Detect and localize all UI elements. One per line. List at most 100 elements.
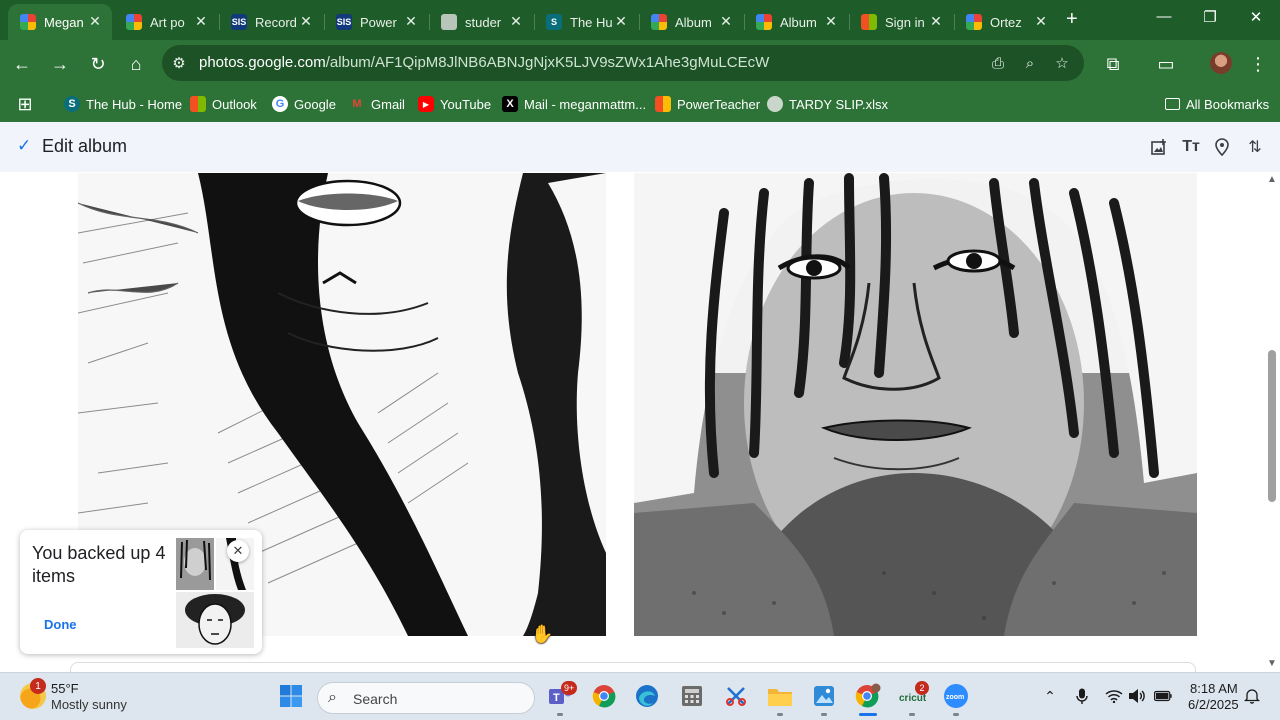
text-icon[interactable]: Tт [1180,136,1202,158]
close-icon[interactable]: ✕ [1032,12,1050,30]
done-button[interactable]: Done [44,617,77,632]
scrollbar-thumb[interactable] [1268,350,1276,502]
window-close-icon[interactable]: ✕ [1246,8,1266,26]
tab-6[interactable]: S The Hu ✕ [534,4,638,40]
site-info-icon[interactable]: ⚙ [169,53,189,73]
running-indicator [777,713,783,716]
google-photos-icon [20,14,36,30]
apps-grid-icon[interactable]: ⊞ [14,93,36,115]
scroll-up-arrow-icon[interactable]: ▲ [1267,174,1277,185]
chrome-profile-icon[interactable] [853,681,883,711]
close-icon[interactable]: ✕ [192,12,210,30]
chrome-icon[interactable] [589,681,619,711]
tab-1[interactable]: Megan ✕ [8,4,112,40]
address-bar[interactable]: ⚙ photos.google.com/album/AF1QipM8JlNB6A… [162,45,1084,81]
windows-taskbar: 1 55°F Mostly sunny ⌕ Search T 9+ cricut… [0,672,1280,720]
photos-icon[interactable] [809,681,839,711]
chevron-up-icon[interactable]: ⌃ [1041,687,1059,705]
calculator-icon[interactable] [677,681,707,711]
battery-icon[interactable] [1154,687,1172,705]
weather-description[interactable]: Mostly sunny [51,697,127,712]
file-explorer-icon[interactable] [765,681,795,711]
scroll-down-arrow-icon[interactable]: ▼ [1267,658,1277,669]
clock-date[interactable]: 6/2/2025 [1188,697,1239,712]
close-icon[interactable]: ✕ [86,12,104,30]
zoom-label: zoom [946,694,964,701]
location-icon[interactable] [1211,136,1233,158]
bookmark-star-icon[interactable]: ☆ [1052,53,1072,73]
profile-avatar[interactable] [1210,52,1232,74]
install-app-icon[interactable]: ⎙ [988,53,1008,73]
bookmark-tardy-slip[interactable]: TARDY SLIP.xlsx [767,93,888,115]
tab-8[interactable]: Album ✕ [744,4,848,40]
sort-icon[interactable]: ⇅ [1244,136,1266,158]
toast-close-icon[interactable]: ✕ [227,540,249,562]
cast-icon[interactable]: ▭ [1155,53,1177,75]
close-icon[interactable]: ✕ [717,12,735,30]
tab-9[interactable]: Sign in ✕ [849,4,953,40]
search-label: Search [353,691,398,707]
all-bookmarks-label: All Bookmarks [1186,96,1270,112]
close-icon[interactable]: ✕ [612,12,630,30]
tab-2[interactable]: Art po ✕ [114,4,218,40]
edge-icon[interactable] [632,681,662,711]
bookmark-label: The Hub - Home [86,96,183,112]
back-icon[interactable]: ← [11,53,33,75]
url-text[interactable]: photos.google.com/album/AF1QipM8JlNB6ABN… [199,54,769,71]
tab-strip: Megan ✕ Art po ✕ SIS Record ✕ SIS Power … [0,0,1280,40]
forward-icon[interactable]: → [49,53,71,75]
cricut-badge: 2 [915,681,929,695]
check-icon[interactable]: ✓ [17,137,35,155]
volume-icon[interactable] [1128,687,1146,705]
close-icon[interactable]: ✕ [402,12,420,30]
bookmark-gmail[interactable]: M Gmail [349,93,405,115]
zoom-icon[interactable]: ⌕ [1020,53,1040,73]
minimize-icon[interactable]: — [1154,8,1174,25]
taskbar-search-box[interactable]: ⌕ Search [317,682,535,714]
running-indicator [909,713,915,716]
add-photos-icon[interactable] [1148,136,1170,158]
all-bookmarks[interactable]: All Bookmarks [1165,93,1269,115]
album-photo-right[interactable] [634,173,1197,636]
close-icon[interactable]: ✕ [507,12,525,30]
zoom-icon[interactable]: zoom [941,681,971,711]
extensions-icon[interactable]: ⧉ [1102,53,1124,75]
new-tab-plus-icon[interactable]: + [1066,9,1086,31]
bookmark-the-hub[interactable]: S The Hub - Home [64,93,182,115]
weather-temperature[interactable]: 55°F [51,681,79,696]
tab-10[interactable]: Ortez ✕ [954,4,1058,40]
snipping-tool-icon[interactable] [721,681,751,711]
wifi-icon[interactable] [1105,687,1123,705]
toast-message: You backed up 4 items [32,543,166,586]
menu-icon[interactable]: ⋮ [1247,53,1269,75]
bookmark-mail[interactable]: X Mail - meganmattm... [502,93,646,115]
home-icon[interactable]: ⌂ [125,53,147,75]
edit-album-bar: ✓ Edit album Tт ⇅ [0,122,1280,172]
close-icon[interactable]: ✕ [297,12,315,30]
bookmark-outlook[interactable]: Outlook [190,93,257,115]
running-indicator [953,713,959,716]
tab-7[interactable]: Album ✕ [639,4,743,40]
tab-title: Album [675,14,712,30]
sis-icon: SIS [336,14,352,30]
sharepoint-icon: S [64,96,80,112]
bookmark-youtube[interactable]: ▶ YouTube [418,93,491,115]
tab-3[interactable]: SIS Record ✕ [219,4,323,40]
start-windows-icon[interactable] [276,681,306,711]
restore-icon[interactable]: ❐ [1200,8,1220,26]
running-indicator [821,713,827,716]
bookmark-powerteacher[interactable]: PowerTeacher [655,93,760,115]
clock-time[interactable]: 8:18 AM [1190,681,1238,696]
notifications-bell-icon[interactable] [1243,687,1261,705]
close-icon[interactable]: ✕ [822,12,840,30]
bookmarks-bar: ⊞ S The Hub - Home Outlook G Google M Gm… [0,86,1280,122]
reload-icon[interactable]: ↻ [87,53,109,75]
edit-album-title[interactable]: Edit album [42,136,127,157]
close-icon[interactable]: ✕ [927,12,945,30]
tab-title: Power [360,14,397,30]
google-photos-icon [756,14,772,30]
bookmark-google[interactable]: G Google [272,93,336,115]
tab-5[interactable]: studer ✕ [429,4,533,40]
microphone-icon[interactable] [1073,687,1091,705]
tab-4[interactable]: SIS Power ✕ [324,4,428,40]
